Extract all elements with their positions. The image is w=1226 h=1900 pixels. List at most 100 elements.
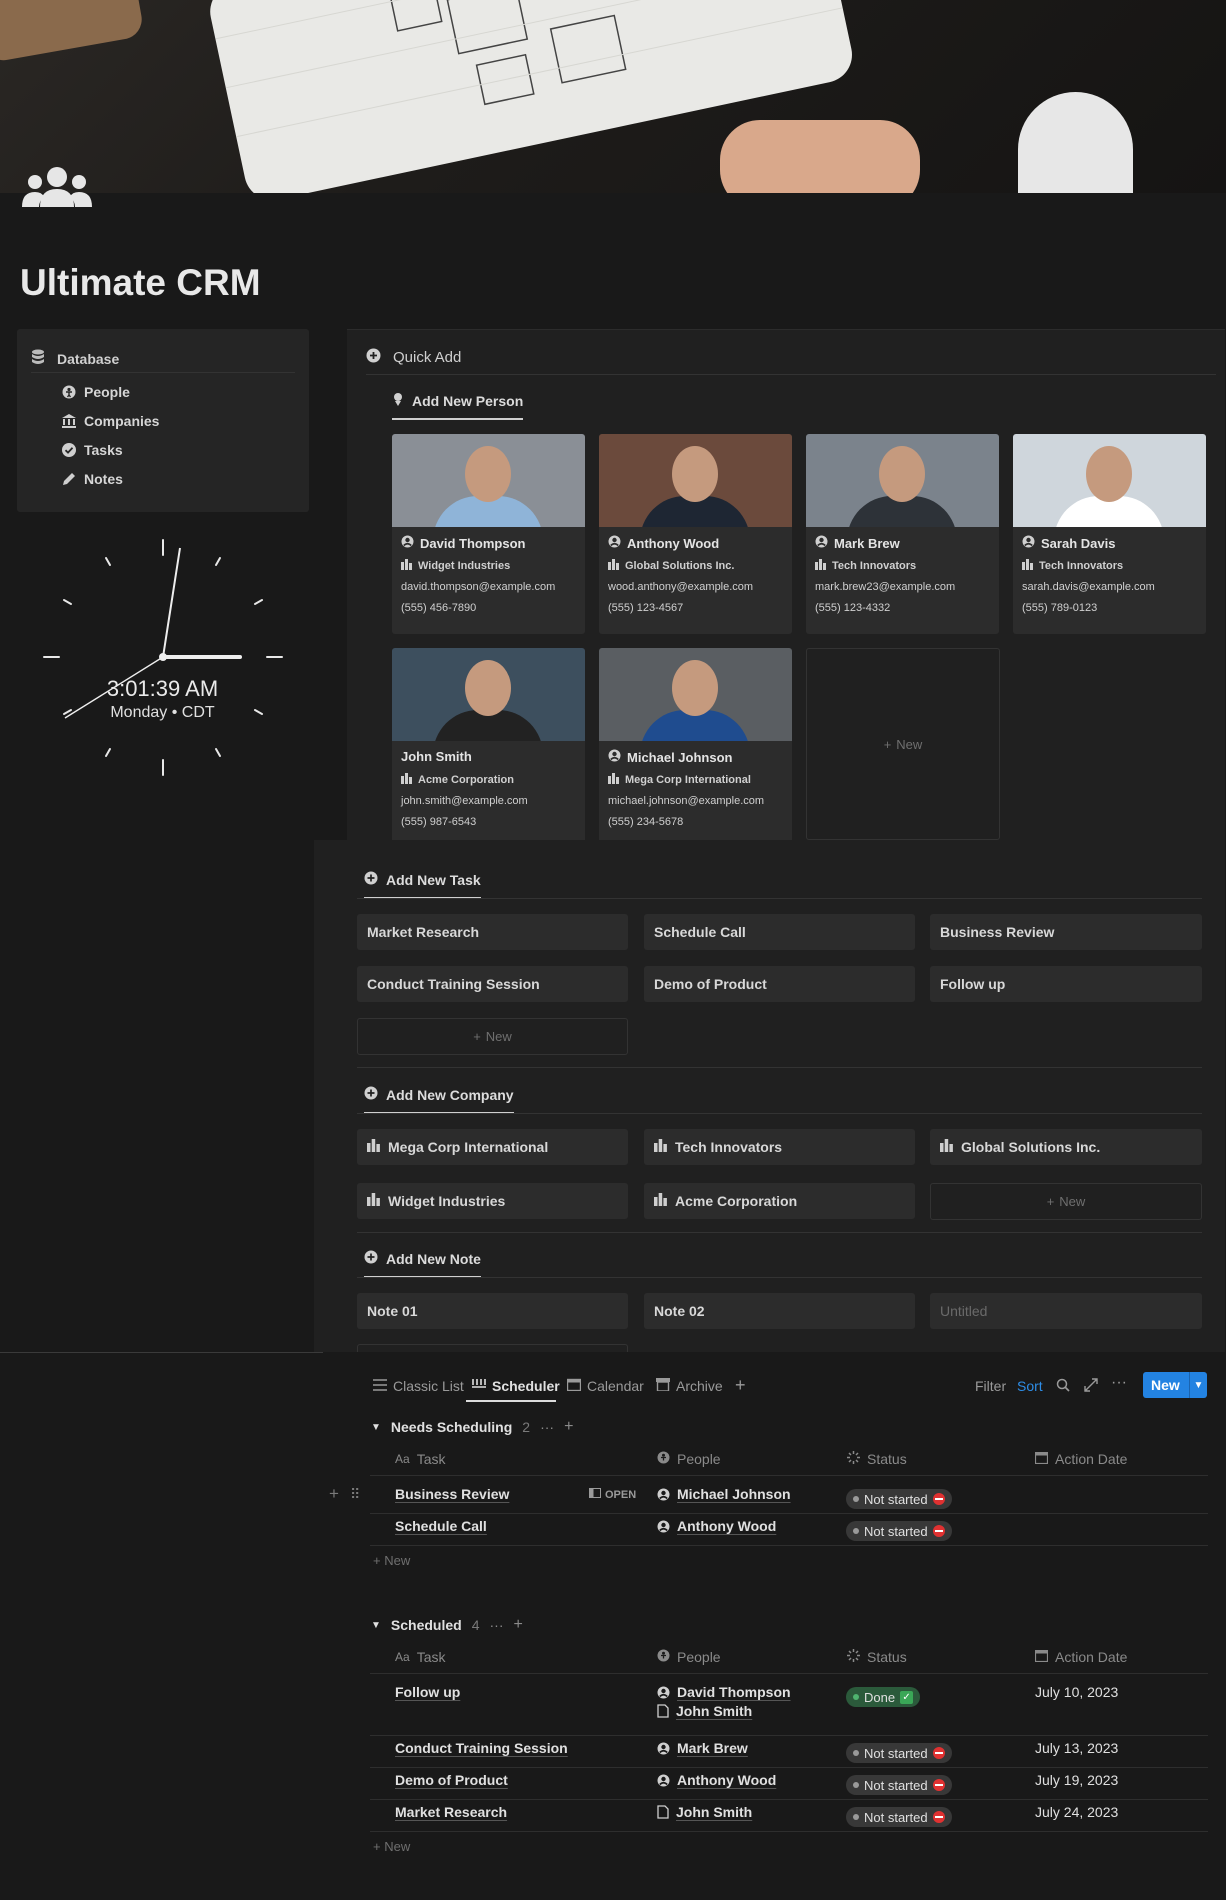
plus-icon[interactable]: + [514,1616,523,1634]
add-new-company-tab[interactable]: Add New Company [364,1086,514,1114]
person-card[interactable]: Michael Johnson Mega Corp International mi… [599,648,792,848]
quick-add-heading[interactable]: Quick Add [366,348,461,367]
add-new-row-button[interactable]: + New [373,1839,410,1854]
company-tile[interactable]: Tech Innovators [644,1129,915,1165]
filter-button[interactable]: Filter [975,1378,1006,1394]
row-person[interactable]: Michael Johnson [657,1486,791,1502]
more-options-icon[interactable]: ··· [490,1617,504,1633]
person-card[interactable]: Mark Brew Tech Innovators mark.brew23@exam… [806,434,999,634]
status-badge[interactable]: Done ✓ [846,1687,921,1707]
sort-button[interactable]: Sort [1017,1378,1043,1394]
row-task[interactable]: Business Review [395,1486,509,1502]
task-tile[interactable]: Schedule Call [644,914,915,950]
database-item-companies[interactable]: Companies [62,413,159,429]
add-new-task-tab[interactable]: Add New Task [364,871,481,899]
task-tile[interactable]: Demo of Product [644,966,915,1002]
more-options-icon[interactable]: ··· [1111,1374,1127,1392]
new-entry-button[interactable]: New ▼ [1143,1372,1207,1398]
expand-icon[interactable] [1084,1378,1098,1395]
row-person[interactable]: Anthony Wood [657,1518,776,1534]
plus-icon: + [883,736,892,752]
caret-down-icon[interactable]: ▼ [371,1620,381,1631]
add-view-button[interactable]: + [735,1375,746,1396]
person-photo [392,648,585,741]
open-row-button[interactable]: OPEN [589,1488,636,1501]
caret-down-icon[interactable]: ▼ [371,1422,381,1433]
add-new-note-tab[interactable]: Add New Note [364,1250,481,1278]
people-group-icon[interactable] [20,165,94,210]
database-item-people[interactable]: People [62,384,130,400]
add-new-person-tab[interactable]: Add New Person [392,393,524,420]
database-heading[interactable]: Database [31,345,295,373]
search-icon[interactable] [1056,1378,1070,1395]
person-card[interactable]: David Thompson Widget Industries david.tho… [392,434,585,634]
new-note-card-partial[interactable] [357,1344,628,1352]
new-company-button[interactable]: + New [930,1183,1202,1220]
row-task[interactable]: Market Research [395,1804,507,1820]
row-task[interactable]: Demo of Product [395,1772,508,1788]
status-badge[interactable]: Not started [846,1743,952,1763]
new-person-button[interactable]: + New [806,648,1000,840]
row-action-date[interactable]: July 24, 2023 [1035,1804,1118,1820]
column-header-action-date[interactable]: Action Date [1034,1649,1127,1665]
person-card[interactable]: John Smith Acme Corporation john.smith@exa… [392,648,585,848]
row-task[interactable]: Follow up [395,1684,460,1700]
task-tile[interactable]: Conduct Training Session [357,966,628,1002]
view-tab-scheduler[interactable]: Scheduler [472,1378,560,1394]
row-action-date[interactable]: July 19, 2023 [1035,1772,1118,1788]
database-item-notes[interactable]: Notes [62,471,123,487]
person-email[interactable]: david.thompson@example.com [401,581,555,593]
table-row[interactable] [370,1513,1208,1545]
add-new-row-button[interactable]: + New [373,1553,410,1568]
note-tile[interactable]: Note 01 [357,1293,628,1329]
status-badge[interactable]: Not started [846,1521,952,1541]
group-header[interactable]: ▼ Needs Scheduling 2 ··· + [371,1418,573,1436]
more-options-icon[interactable]: ··· [540,1419,554,1435]
task-tile[interactable]: Follow up [930,966,1202,1002]
company-tile[interactable]: Widget Industries [357,1183,628,1219]
row-person[interactable]: John Smith [657,1804,752,1820]
view-tab-calendar[interactable]: Calendar [566,1378,644,1394]
column-header-action-date[interactable]: Action Date [1034,1451,1127,1467]
column-header-people[interactable]: People [657,1649,721,1665]
column-header-status[interactable]: Status [847,1649,907,1665]
note-tile-untitled[interactable]: Untitled [930,1293,1202,1329]
drag-handle-icon[interactable]: ⠿ [350,1486,360,1503]
column-header-task[interactable]: Aa Task [395,1451,445,1467]
column-header-task[interactable]: Aa Task [395,1649,445,1665]
column-header-people[interactable]: People [657,1451,721,1467]
row-person[interactable]: Anthony Wood [657,1772,776,1788]
company-tile[interactable]: Acme Corporation [644,1183,915,1219]
note-tile[interactable]: Note 02 [644,1293,915,1329]
new-task-button[interactable]: + New [357,1018,628,1055]
person-email[interactable]: john.smith@example.com [401,795,528,807]
row-task[interactable]: Conduct Training Session [395,1740,568,1756]
row-person[interactable]: Mark Brew [657,1740,748,1756]
person-email[interactable]: michael.johnson@example.com [608,795,764,807]
row-task[interactable]: Schedule Call [395,1518,487,1534]
person-email[interactable]: sarah.davis@example.com [1022,581,1155,593]
row-person[interactable]: David Thompson [657,1684,791,1700]
person-email[interactable]: mark.brew23@example.com [815,581,955,593]
row-action-date[interactable]: July 10, 2023 [1035,1684,1118,1700]
view-tab-classic-list[interactable]: Classic List [373,1378,464,1394]
status-badge[interactable]: Not started [846,1807,952,1827]
add-row-icon[interactable]: + [329,1484,339,1504]
company-tile[interactable]: Mega Corp International [357,1129,628,1165]
person-card[interactable]: Anthony Wood Global Solutions Inc. wood.an… [599,434,792,634]
person-card[interactable]: Sarah Davis Tech Innovators sarah.davis@ex… [1013,434,1206,634]
row-action-date[interactable]: July 13, 2023 [1035,1740,1118,1756]
row-person[interactable]: John Smith [657,1703,752,1719]
person-email[interactable]: wood.anthony@example.com [608,581,753,593]
status-dot [853,1814,859,1820]
group-header[interactable]: ▼ Scheduled 4 ··· + [371,1616,523,1634]
view-tab-archive[interactable]: Archive [656,1378,723,1394]
company-tile[interactable]: Global Solutions Inc. [930,1129,1202,1165]
column-header-status[interactable]: Status [847,1451,907,1467]
database-item-tasks[interactable]: Tasks [62,442,123,458]
plus-icon[interactable]: + [564,1418,573,1436]
task-tile[interactable]: Market Research [357,914,628,950]
status-badge[interactable]: Not started [846,1489,952,1509]
status-badge[interactable]: Not started [846,1775,952,1795]
task-tile[interactable]: Business Review [930,914,1202,950]
